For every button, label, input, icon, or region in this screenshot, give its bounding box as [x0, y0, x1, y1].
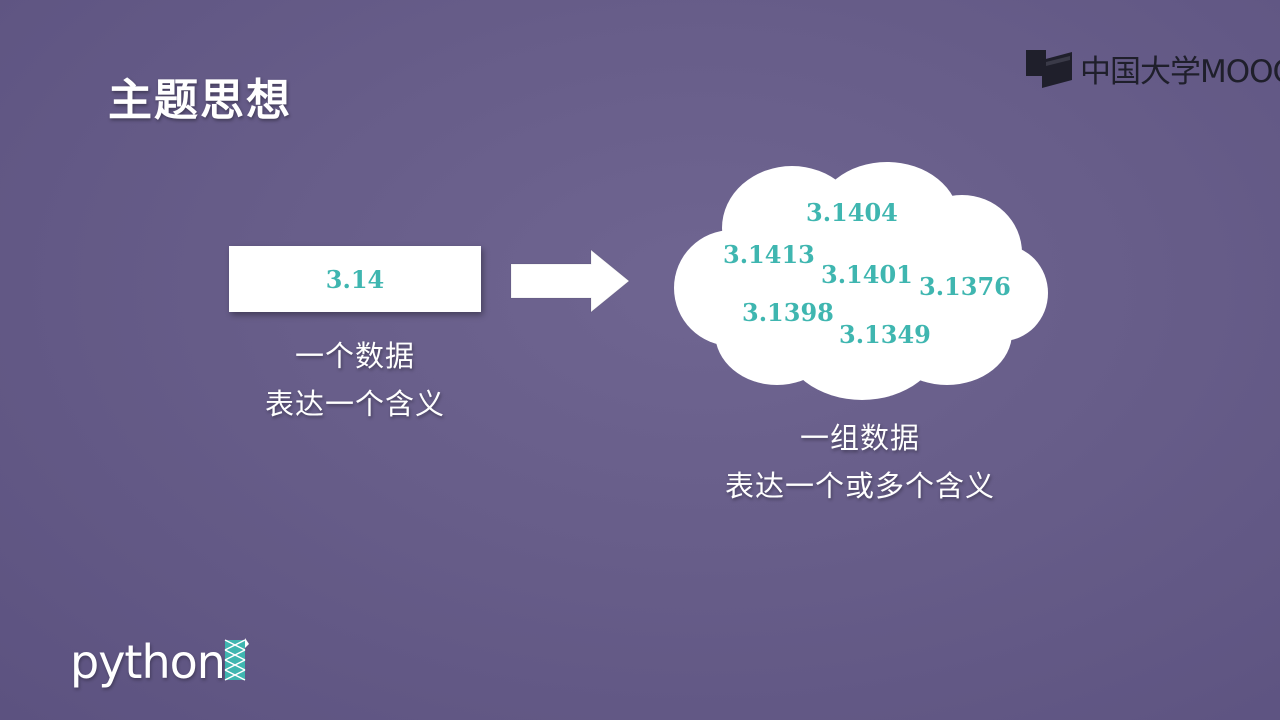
python-logo: python	[70, 628, 249, 688]
cloud-number: 3.1413	[723, 240, 815, 269]
data-cloud: 3.1404 3.1413 3.1401 3.1376 3.1398 3.134…	[672, 158, 1052, 408]
left-caption-line2: 表达一个含义	[264, 387, 445, 421]
slide-title: 主题思想	[108, 75, 292, 126]
single-value-box: 3.14	[229, 246, 481, 312]
python-logo-text: python	[70, 635, 226, 689]
right-arrow-icon	[510, 248, 630, 314]
mooc-logo: 中国大学MOOC	[1024, 44, 1280, 92]
cloud-number: 3.1401	[821, 260, 913, 289]
right-caption-line2: 表达一个或多个含义	[724, 469, 995, 503]
cloud-number: 3.1376	[919, 272, 1011, 301]
slide: 主题思想 中国大学MOOC 3.14 一个数据 表达一个含义 3.1404 3.…	[0, 0, 1280, 720]
cloud-number: 3.1398	[742, 298, 834, 327]
mooc-logo-text: 中国大学MOOC	[1080, 53, 1280, 90]
right-caption-line1: 一组数据	[799, 421, 920, 455]
right-caption: 一组数据 表达一个或多个含义	[680, 414, 1040, 510]
cloud-number: 3.1349	[839, 320, 931, 349]
single-value: 3.14	[325, 264, 385, 294]
left-caption: 一个数据 表达一个含义	[230, 332, 480, 428]
book-icon	[1026, 50, 1072, 88]
snake-tail-icon	[224, 638, 249, 681]
cloud-number: 3.1404	[806, 198, 898, 227]
left-caption-line1: 一个数据	[294, 339, 415, 373]
